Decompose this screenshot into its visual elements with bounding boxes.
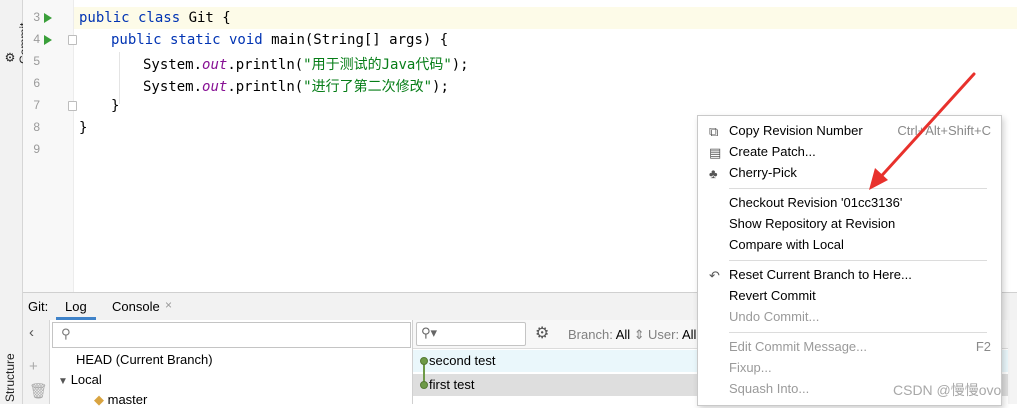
commit-node-icon: [420, 357, 428, 365]
search-icon: ⚲▾: [421, 325, 438, 340]
branch-master[interactable]: ◆ master: [94, 392, 147, 408]
left-tool-strip: ⚙ Commit Structure: [0, 0, 31, 404]
menu-separator: [729, 260, 987, 261]
delete-icon[interactable]: 🗑: [29, 382, 48, 400]
code-line-3: public class Git {: [79, 10, 231, 26]
scrollbar[interactable]: [1008, 320, 1017, 404]
menu-item-create-patch[interactable]: Create Patch...: [729, 144, 816, 159]
line-number: 5: [33, 54, 40, 68]
tag-icon: ◆: [94, 392, 108, 407]
indent-guide: [119, 52, 120, 104]
shortcut-copy-revision: Ctrl+Alt+Shift+C: [897, 123, 991, 138]
watermark: CSDN @慢慢ovo: [893, 382, 1002, 398]
line-number: 8: [33, 120, 40, 134]
git-tool-window-title: Git:: [28, 299, 49, 314]
menu-item-squash-into[interactable]: Squash Into...: [729, 381, 809, 396]
menu-item-show-repository[interactable]: Show Repository at Revision: [729, 216, 895, 231]
user-filter[interactable]: User: All: [648, 327, 696, 342]
menu-item-cherry-pick[interactable]: Cherry-Pick: [729, 165, 797, 180]
menu-separator: [729, 188, 987, 189]
branch-filter[interactable]: Branch: All ⇕: [568, 327, 645, 343]
menu-item-undo-commit[interactable]: Undo Commit...: [729, 309, 819, 324]
commit-node-icon: [420, 381, 428, 389]
menu-separator: [729, 332, 987, 333]
menu-item-edit-commit-message[interactable]: Edit Commit Message...: [729, 339, 867, 354]
chevron-down-icon: ▼: [58, 376, 71, 387]
code-line-6: System.out.println("进行了第二次修改");: [143, 79, 449, 95]
commit-context-menu: ⧉ Copy Revision Number Ctrl+Alt+Shift+C …: [697, 115, 1002, 406]
structure-label: Structure: [3, 353, 17, 402]
line-number: 3: [33, 10, 40, 24]
code-line-7: }: [111, 98, 120, 114]
code-line-4: public static void main(String[] args) {: [111, 32, 449, 48]
menu-item-checkout-revision[interactable]: Checkout Revision '01cc3136': [729, 195, 902, 210]
log-search-input[interactable]: ⚲▾: [416, 322, 526, 346]
close-tab-icon[interactable]: ×: [165, 298, 172, 312]
menu-item-copy-revision-number[interactable]: Copy Revision Number: [729, 123, 863, 138]
commit-icon: ⚙: [3, 50, 17, 64]
line-number: 6: [33, 76, 40, 90]
menu-item-compare-with-local[interactable]: Compare with Local: [729, 237, 844, 252]
branch-search-input[interactable]: ⚲: [52, 322, 411, 348]
line-number: 9: [33, 142, 40, 156]
search-icon: ⚲: [61, 326, 71, 341]
commit-message: first test: [429, 377, 475, 392]
shortcut-edit-commit-message: F2: [975, 339, 991, 354]
code-line-8: }: [79, 120, 88, 136]
line-number: 4: [33, 32, 40, 46]
undo-arrow-icon: ↶: [709, 268, 720, 283]
gear-icon[interactable]: ⚙: [535, 323, 549, 343]
menu-item-fixup[interactable]: Fixup...: [729, 360, 772, 375]
structure-tool-window-button[interactable]: Structure: [3, 338, 17, 402]
branch-label: master: [107, 392, 148, 407]
commit-message: second test: [429, 353, 496, 368]
menu-item-reset-branch[interactable]: Reset Current Branch to Here...: [729, 267, 912, 282]
tab-log[interactable]: Log: [65, 299, 87, 314]
branches-pane: ⚲ HEAD (Current Branch) ▼ Local ◆ master: [50, 320, 413, 407]
collapse-panel-icon[interactable]: ‹: [29, 324, 34, 341]
run-class-icon[interactable]: [44, 13, 52, 23]
branch-group-local[interactable]: ▼ Local: [58, 372, 102, 387]
editor-gutter: 3 4 5 6 7 8 9: [23, 0, 77, 292]
cherry-icon: ♣: [709, 166, 718, 181]
line-number: 7: [33, 98, 40, 112]
code-line-5: System.out.println("用于测试的Java代码");: [143, 57, 469, 73]
menu-item-revert-commit[interactable]: Revert Commit: [729, 288, 816, 303]
tab-console[interactable]: Console: [112, 299, 160, 314]
patch-icon: ▤: [709, 145, 722, 160]
run-main-icon[interactable]: [44, 35, 52, 45]
branch-head[interactable]: HEAD (Current Branch): [76, 352, 213, 367]
add-icon[interactable]: +: [29, 358, 38, 375]
branches-toolbar: ‹ + 🗑: [23, 320, 50, 404]
copy-icon: ⧉: [709, 124, 719, 139]
branch-group-label: Local: [70, 372, 102, 387]
